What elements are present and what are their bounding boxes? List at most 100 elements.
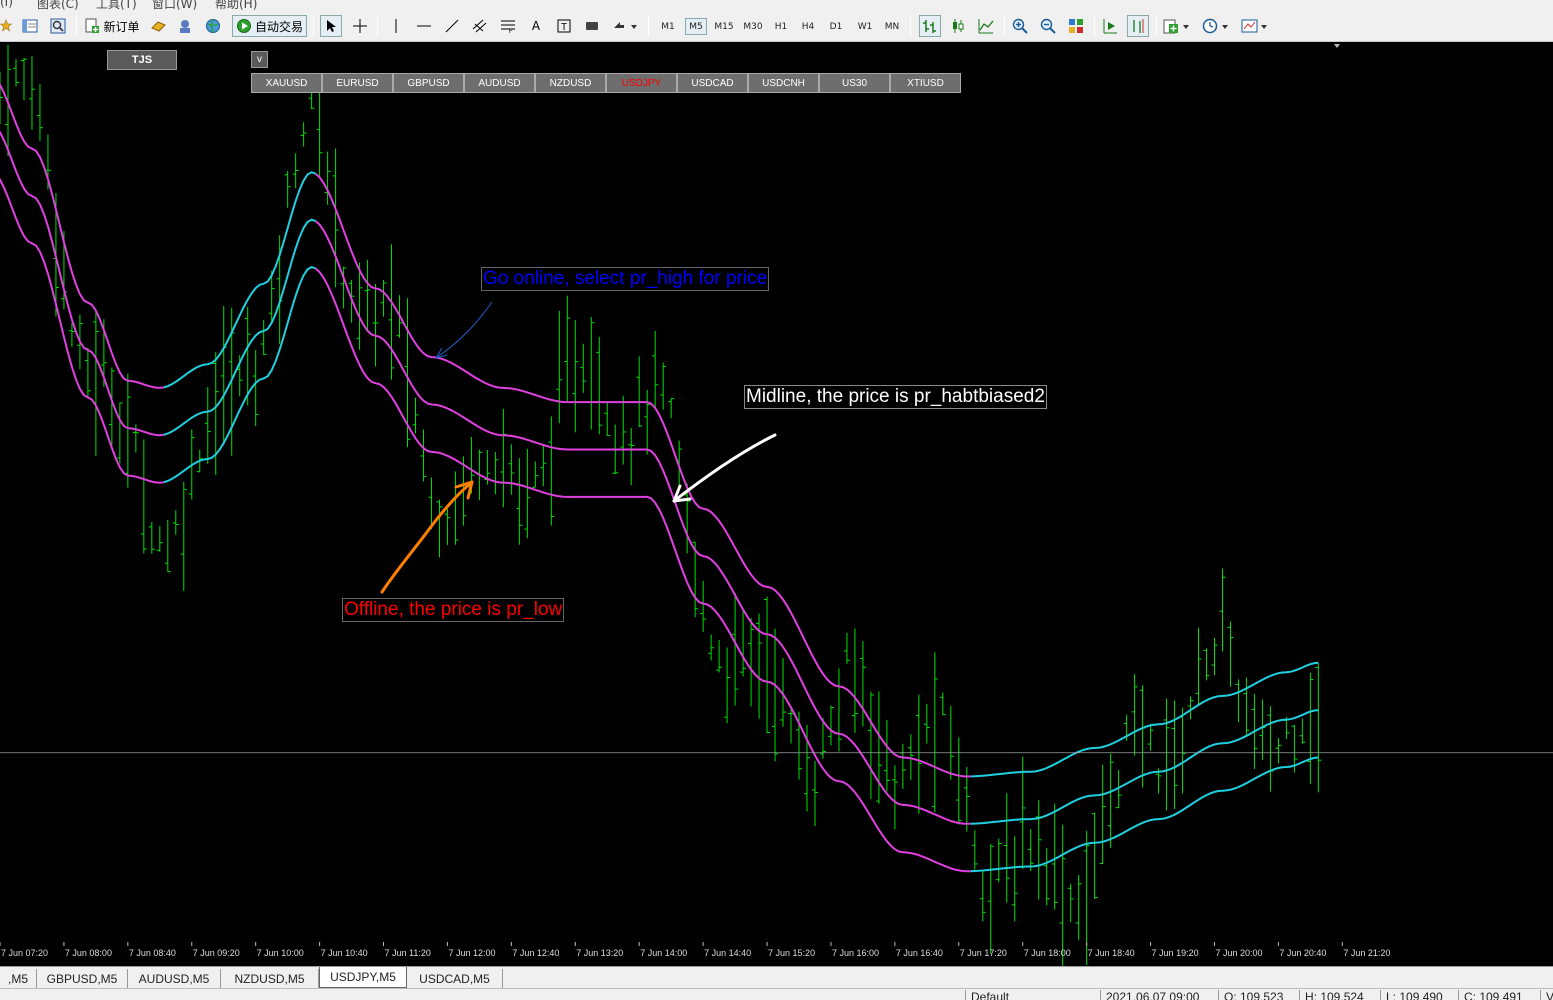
- tab-gbpusd[interactable]: GBPUSD,M5: [37, 969, 128, 988]
- price-bar: [939, 692, 946, 716]
- symbol-button-audusd[interactable]: AUDUSD: [464, 73, 535, 93]
- auto-scroll-icon[interactable]: [1099, 15, 1121, 37]
- chart-shift-marker[interactable]: [1334, 44, 1340, 48]
- new-order-label: 新订单: [103, 19, 140, 34]
- band-upper-line: [314, 172, 971, 778]
- tf-mn[interactable]: MN: [881, 18, 903, 35]
- tab-audusd[interactable]: AUDUSD,M5: [128, 969, 221, 988]
- price-bar: [851, 628, 858, 734]
- menu-item-window[interactable]: 窗口(W): [152, 0, 197, 10]
- tf-m15[interactable]: M15: [712, 18, 736, 35]
- tjs-button[interactable]: TJS: [107, 50, 177, 70]
- signals-icon[interactable]: [175, 15, 195, 37]
- price-chart[interactable]: [0, 42, 1553, 966]
- arrows-dropdown-icon[interactable]: [610, 15, 640, 37]
- price-bars: [0, 45, 1322, 966]
- menu-item-tools[interactable]: 工具(T): [96, 0, 137, 10]
- price-bar: [452, 471, 459, 545]
- price-bar: [1059, 824, 1066, 966]
- annotation-midline[interactable]: Midline, the price is pr_habtbiased2: [744, 385, 1047, 409]
- rectangle-icon[interactable]: [582, 15, 602, 37]
- symbol-button-us30[interactable]: US30: [819, 73, 890, 93]
- symbol-button-usdcnh[interactable]: USDCNH: [748, 73, 819, 93]
- svg-text:T: T: [561, 22, 567, 33]
- price-bar: [772, 628, 779, 762]
- market-watch-icon[interactable]: [20, 15, 40, 37]
- menu-item-chart[interactable]: 图表(C): [37, 0, 79, 10]
- tf-h1[interactable]: H1: [771, 18, 791, 35]
- auto-trade-button[interactable]: 自动交易: [232, 15, 307, 37]
- price-bar: [1219, 568, 1226, 652]
- zoom-out-icon[interactable]: [1037, 15, 1059, 37]
- collapse-symbols-button[interactable]: v: [251, 51, 268, 68]
- price-bar: [971, 830, 978, 870]
- tab-chart-partial[interactable]: ,M5: [0, 969, 37, 988]
- tf-d1[interactable]: D1: [826, 18, 846, 35]
- tile-windows-icon[interactable]: [1065, 15, 1087, 37]
- price-bar: [12, 59, 19, 87]
- tf-w1[interactable]: W1: [854, 18, 876, 35]
- tf-m1[interactable]: M1: [657, 18, 679, 35]
- price-bar: [588, 316, 595, 430]
- tf-m30[interactable]: M30: [741, 18, 765, 35]
- symbol-button-usdjpy[interactable]: USDJPY: [606, 73, 677, 93]
- price-bar: [316, 87, 323, 178]
- tf-m5[interactable]: M5: [685, 18, 707, 35]
- tab-nzdusd[interactable]: NZDUSD,M5: [221, 969, 319, 988]
- price-bar: [1091, 812, 1098, 899]
- price-bar: [899, 743, 906, 789]
- trendline-icon[interactable]: [442, 15, 462, 37]
- indicators-dropdown-icon[interactable]: [1161, 15, 1193, 37]
- line-chart-icon[interactable]: [975, 15, 997, 37]
- horizontal-line-icon[interactable]: [414, 15, 434, 37]
- vertical-line-icon[interactable]: [386, 15, 406, 37]
- price-bar: [955, 737, 962, 825]
- menu-item-help[interactable]: 帮助(H): [215, 0, 257, 10]
- x-tick-label: 7 Jun 07:20: [1, 948, 49, 958]
- symbol-button-gbpusd[interactable]: GBPUSD: [393, 73, 464, 93]
- new-order-button[interactable]: 新订单: [82, 15, 142, 37]
- navigator-icon[interactable]: [48, 15, 68, 37]
- symbol-button-nzdusd[interactable]: NZDUSD: [535, 73, 606, 93]
- chart-area[interactable]: TJS v XAUUSD EURUSD GBPUSD AUDUSD NZDUSD…: [0, 42, 1553, 966]
- globe-icon[interactable]: [203, 15, 223, 37]
- status-bar: Default 2021.06.07 09:00 O: 109.523 H: 1…: [0, 988, 1553, 1000]
- symbol-button-xtiusd[interactable]: XTIUSD: [890, 73, 961, 93]
- price-bar: [620, 395, 627, 465]
- text-icon[interactable]: A: [526, 15, 546, 37]
- annotation-offline[interactable]: Offline, the price is pr_low: [342, 598, 565, 622]
- star-icon[interactable]: [0, 15, 12, 37]
- channel-icon[interactable]: [470, 15, 490, 37]
- tab-usdjpy[interactable]: USDJPY,M5: [319, 967, 407, 988]
- zoom-in-icon[interactable]: [1009, 15, 1031, 37]
- templates-dropdown-icon[interactable]: [1239, 15, 1271, 37]
- price-bar: [84, 347, 91, 398]
- price-bar: [36, 84, 43, 141]
- crosshair-icon[interactable]: [350, 15, 370, 37]
- symbol-button-usdcad[interactable]: USDCAD: [677, 73, 748, 93]
- bar-chart-icon[interactable]: [919, 15, 941, 37]
- tf-h4[interactable]: H4: [798, 18, 818, 35]
- annotation-online[interactable]: Go online, select pr_high for price: [481, 267, 770, 291]
- status-volume: V: [1540, 990, 1553, 1000]
- x-tick-label: 7 Jun 11:20: [384, 948, 431, 958]
- menu-item[interactable]: (I): [0, 0, 13, 9]
- price-bar: [1227, 621, 1234, 687]
- terminal-window: (I) 图表(C) 工具(T) 窗口(W) 帮助(H) 新订单 自动交易 F A…: [0, 0, 1553, 1000]
- symbol-button-xauusd[interactable]: XAUUSD: [251, 73, 322, 93]
- x-tick-label: 7 Jun 10:00: [256, 948, 304, 958]
- periods-dropdown-icon[interactable]: [1200, 15, 1232, 37]
- price-bar: [332, 148, 339, 288]
- x-axis: [0, 942, 1343, 946]
- text-label-icon[interactable]: T: [554, 15, 574, 37]
- symbol-button-eurusd[interactable]: EURUSD: [322, 73, 393, 93]
- gold-icon[interactable]: [148, 15, 168, 37]
- cursor-icon[interactable]: [320, 15, 342, 37]
- price-bar: [596, 336, 603, 435]
- fibonacci-icon[interactable]: F: [498, 15, 518, 37]
- candlestick-icon[interactable]: [947, 15, 969, 37]
- chart-shift-icon[interactable]: [1127, 15, 1149, 37]
- price-bar: [883, 719, 890, 792]
- price-bar: [1299, 718, 1306, 744]
- tab-usdcad[interactable]: USDCAD,M5: [407, 969, 503, 988]
